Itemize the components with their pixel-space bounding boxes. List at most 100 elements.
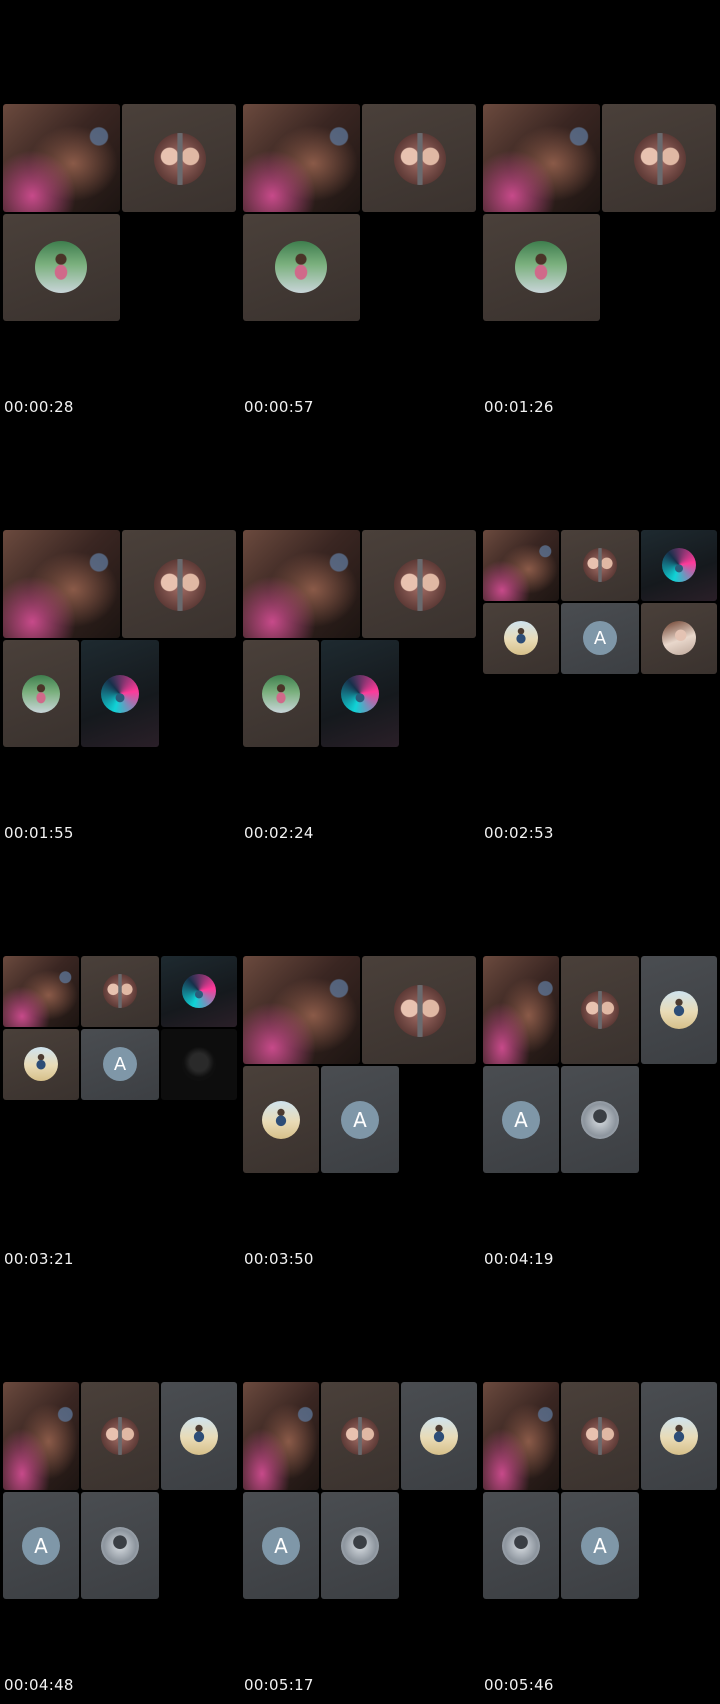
participant-avatar	[35, 241, 87, 293]
participant-avatar-letter: A	[103, 1047, 137, 1081]
participant-avatar	[515, 241, 567, 293]
participant-avatar	[581, 991, 619, 1029]
frame-11: A 00:05:17	[240, 1278, 480, 1704]
participant-tile	[81, 956, 159, 1027]
participant-avatar	[101, 675, 139, 713]
participant-tile	[3, 214, 120, 321]
participant-tile	[243, 214, 360, 321]
participant-tile	[243, 640, 319, 747]
participant-tile	[81, 640, 159, 747]
frame-7: A 00:03:21	[0, 852, 240, 1278]
timestamp-label: 00:02:24	[244, 824, 314, 842]
participant-avatar	[182, 974, 216, 1008]
camera-feed-tile	[243, 1382, 319, 1490]
participant-tile	[561, 956, 639, 1064]
participant-avatar	[660, 1417, 698, 1455]
participant-tile: A	[3, 1492, 79, 1599]
participant-tile: A	[81, 1029, 159, 1100]
participant-avatar	[180, 1417, 218, 1455]
participant-tile	[321, 1492, 399, 1599]
participant-tile	[483, 603, 559, 674]
participant-avatar-letter: A	[581, 1527, 619, 1565]
participant-tile	[561, 530, 639, 601]
timestamp-label: 00:05:17	[244, 1676, 314, 1694]
camera-feed-tile	[243, 104, 360, 212]
frame-10: A 00:04:48	[0, 1278, 240, 1704]
participant-avatar	[394, 985, 446, 1037]
frame-9: A 00:04:19	[480, 852, 720, 1278]
participant-avatar	[581, 1417, 619, 1455]
participant-avatar	[182, 1047, 216, 1081]
participant-avatar	[504, 621, 538, 655]
participant-tile	[362, 530, 476, 638]
participant-tile	[3, 1029, 79, 1100]
timestamp-label: 00:03:50	[244, 1250, 314, 1268]
participant-tile	[81, 1492, 159, 1599]
participant-avatar	[101, 1527, 139, 1565]
frame-12: A 00:05:46	[480, 1278, 720, 1704]
camera-feed-tile	[483, 956, 559, 1064]
participant-tile: A	[321, 1066, 399, 1173]
participant-avatar	[154, 133, 206, 185]
participant-tile	[122, 104, 236, 212]
participant-avatar	[101, 1417, 139, 1455]
frame-5: 00:02:24	[240, 426, 480, 852]
participant-avatar	[341, 1527, 379, 1565]
participant-tile	[561, 1066, 639, 1173]
participant-avatar	[394, 559, 446, 611]
participant-avatar-letter: A	[22, 1527, 60, 1565]
camera-feed-tile	[243, 530, 360, 638]
participant-tile	[243, 1066, 319, 1173]
participant-tile	[602, 104, 716, 212]
camera-feed-tile	[483, 104, 600, 212]
participant-avatar	[22, 675, 60, 713]
frame-6: A 00:02:53	[480, 426, 720, 852]
participant-avatar	[24, 1047, 58, 1081]
camera-feed-tile	[3, 1382, 79, 1490]
participant-avatar	[660, 991, 698, 1029]
participant-tile	[401, 1382, 477, 1490]
participant-tile	[321, 1382, 399, 1490]
participant-avatar	[662, 548, 696, 582]
participant-tile	[641, 956, 717, 1064]
participant-avatar	[662, 621, 696, 655]
camera-feed-tile	[3, 956, 79, 1027]
timestamp-label: 00:01:55	[4, 824, 74, 842]
participant-tile	[483, 214, 600, 321]
participant-tile: A	[561, 603, 639, 674]
participant-avatar	[275, 241, 327, 293]
participant-tile	[641, 1382, 717, 1490]
participant-avatar	[583, 548, 617, 582]
participant-tile	[161, 1382, 237, 1490]
participant-tile	[161, 1029, 237, 1100]
camera-feed-tile	[483, 1382, 559, 1490]
participant-avatar	[581, 1101, 619, 1139]
participant-tile	[161, 956, 237, 1027]
participant-tile: A	[561, 1492, 639, 1599]
timestamp-label: 00:00:28	[4, 398, 74, 416]
timestamp-label: 00:04:19	[484, 1250, 554, 1268]
participant-avatar-letter: A	[583, 621, 617, 655]
participant-tile	[561, 1382, 639, 1490]
participant-avatar	[262, 675, 300, 713]
participant-avatar	[154, 559, 206, 611]
timestamp-label: 00:03:21	[4, 1250, 74, 1268]
participant-tile	[362, 956, 476, 1064]
participant-avatar	[262, 1101, 300, 1139]
timestamp-label: 00:01:26	[484, 398, 554, 416]
participant-avatar-letter: A	[262, 1527, 300, 1565]
camera-feed-tile	[3, 530, 120, 638]
frame-1: 00:00:28	[0, 0, 240, 426]
participant-avatar-letter: A	[502, 1101, 540, 1139]
frame-3: 00:01:26	[480, 0, 720, 426]
participant-avatar	[502, 1527, 540, 1565]
frame-8: A 00:03:50	[240, 852, 480, 1278]
participant-tile	[3, 640, 79, 747]
camera-feed-tile	[243, 956, 360, 1064]
participant-tile	[122, 530, 236, 638]
camera-feed-tile	[3, 104, 120, 212]
timestamp-label: 00:05:46	[484, 1676, 554, 1694]
participant-avatar	[341, 675, 379, 713]
participant-tile	[641, 603, 717, 674]
participant-tile	[321, 640, 399, 747]
